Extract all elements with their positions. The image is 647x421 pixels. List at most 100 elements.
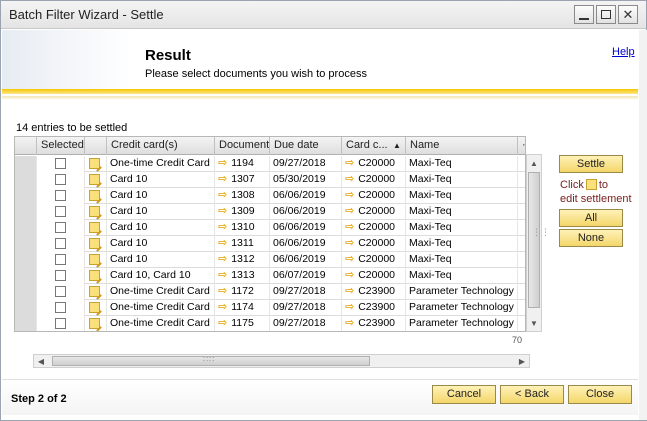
edit-settlement-cell[interactable]: [85, 300, 107, 316]
edit-settlement-cell[interactable]: [85, 220, 107, 236]
document-cell[interactable]: ⇨ 1312: [215, 252, 270, 268]
link-arrow-icon[interactable]: ⇨: [218, 300, 227, 315]
scroll-up-icon[interactable]: ▲: [527, 155, 541, 171]
select-all-button[interactable]: All: [559, 209, 623, 227]
link-arrow-icon[interactable]: ⇨: [218, 316, 227, 331]
document-edit-icon[interactable]: [89, 222, 100, 233]
grid-horizontal-scrollbar[interactable]: ◀ ∷∷ ▶: [33, 354, 530, 368]
link-arrow-icon[interactable]: ⇨: [218, 252, 227, 267]
horizontal-scroll-thumb[interactable]: ∷∷: [52, 355, 370, 366]
selected-cell[interactable]: [37, 156, 85, 172]
select-none-button[interactable]: None: [559, 229, 623, 247]
selected-cell[interactable]: [37, 220, 85, 236]
link-arrow-icon[interactable]: ⇨: [345, 268, 354, 283]
selected-cell[interactable]: [37, 172, 85, 188]
card-code-cell[interactable]: ⇨ C20000: [342, 236, 406, 252]
table-row[interactable]: One-time Credit Card ⇨ 1194 09/27/2018 ⇨ C200…: [15, 156, 525, 172]
card-code-cell[interactable]: ⇨ C20000: [342, 252, 406, 268]
cancel-button[interactable]: Cancel: [432, 385, 496, 404]
selected-cell[interactable]: [37, 204, 85, 220]
edit-settlement-cell[interactable]: [85, 316, 107, 331]
selected-cell[interactable]: [37, 316, 85, 331]
row-number-cell[interactable]: [15, 268, 37, 284]
table-row[interactable]: Card 10, Card 10 ⇨ 1313 06/07/2019 ⇨ C20000 Ma…: [15, 268, 525, 284]
link-arrow-icon[interactable]: ⇨: [218, 156, 227, 171]
link-arrow-icon[interactable]: ⇨: [218, 236, 227, 251]
row-number-cell[interactable]: [15, 300, 37, 316]
document-edit-icon[interactable]: [89, 206, 100, 217]
edit-settlement-cell[interactable]: [85, 268, 107, 284]
select-checkbox[interactable]: [55, 270, 66, 281]
document-cell[interactable]: ⇨ 1307: [215, 172, 270, 188]
card-code-cell[interactable]: ⇨ C20000: [342, 204, 406, 220]
column-header-name[interactable]: Name: [406, 137, 518, 155]
vertical-scroll-thumb[interactable]: [528, 172, 540, 308]
minimize-button[interactable]: [574, 5, 594, 24]
link-arrow-icon[interactable]: ⇨: [218, 204, 227, 219]
column-header-selected[interactable]: Selected: [37, 137, 85, 155]
link-arrow-icon[interactable]: ⇨: [345, 300, 354, 315]
select-checkbox[interactable]: [55, 254, 66, 265]
select-checkbox[interactable]: [55, 174, 66, 185]
select-checkbox[interactable]: [55, 222, 66, 233]
edit-settlement-cell[interactable]: [85, 284, 107, 300]
edit-settlement-cell[interactable]: [85, 204, 107, 220]
select-checkbox[interactable]: [55, 238, 66, 249]
grid-vertical-scrollbar[interactable]: ▲ ▼: [526, 154, 542, 332]
select-checkbox[interactable]: [55, 206, 66, 217]
row-number-cell[interactable]: [15, 188, 37, 204]
document-edit-icon[interactable]: [89, 254, 100, 265]
row-number-cell[interactable]: [15, 252, 37, 268]
card-code-cell[interactable]: ⇨ C20000: [342, 220, 406, 236]
link-arrow-icon[interactable]: ⇨: [218, 172, 227, 187]
link-arrow-icon[interactable]: ⇨: [345, 156, 354, 171]
row-number-cell[interactable]: [15, 220, 37, 236]
settle-button[interactable]: Settle: [559, 155, 623, 173]
table-row[interactable]: Card 10 ⇨ 1310 06/06/2019 ⇨ C20000 Maxi-Teq: [15, 220, 525, 236]
column-chooser[interactable]: ·: [518, 137, 525, 155]
card-code-cell[interactable]: ⇨ C20000: [342, 172, 406, 188]
select-checkbox[interactable]: [55, 302, 66, 313]
document-cell[interactable]: ⇨ 1172: [215, 284, 270, 300]
row-number-cell[interactable]: [15, 316, 37, 331]
link-arrow-icon[interactable]: ⇨: [345, 172, 354, 187]
card-code-cell[interactable]: ⇨ C23900: [342, 300, 406, 316]
link-arrow-icon[interactable]: ⇨: [345, 284, 354, 299]
link-arrow-icon[interactable]: ⇨: [218, 220, 227, 235]
table-row[interactable]: Card 10 ⇨ 1312 06/06/2019 ⇨ C20000 Maxi-Teq: [15, 252, 525, 268]
row-number-cell[interactable]: [15, 204, 37, 220]
edit-settlement-cell[interactable]: [85, 236, 107, 252]
documents-grid[interactable]: Selected Credit card(s) Document Due dat…: [14, 136, 526, 332]
selected-cell[interactable]: [37, 188, 85, 204]
link-arrow-icon[interactable]: ⇨: [218, 188, 227, 203]
selected-cell[interactable]: [37, 236, 85, 252]
card-code-cell[interactable]: ⇨ C23900: [342, 316, 406, 331]
scroll-right-icon[interactable]: ▶: [515, 355, 529, 367]
document-edit-icon[interactable]: [89, 158, 100, 169]
close-window-button[interactable]: ✕: [618, 5, 638, 24]
document-edit-icon[interactable]: [89, 302, 100, 313]
document-cell[interactable]: ⇨ 1309: [215, 204, 270, 220]
column-resize-grip[interactable]: ⋮⋮: [532, 227, 550, 238]
table-row[interactable]: Card 10 ⇨ 1308 06/06/2019 ⇨ C20000 Maxi-Teq: [15, 188, 525, 204]
link-arrow-icon[interactable]: ⇨: [345, 252, 354, 267]
table-row[interactable]: Card 10 ⇨ 1309 06/06/2019 ⇨ C20000 Maxi-Teq: [15, 204, 525, 220]
selected-cell[interactable]: [37, 268, 85, 284]
link-arrow-icon[interactable]: ⇨: [345, 188, 354, 203]
row-number-cell[interactable]: [15, 156, 37, 172]
link-arrow-icon[interactable]: ⇨: [345, 220, 354, 235]
select-checkbox[interactable]: [55, 318, 66, 329]
select-checkbox[interactable]: [55, 286, 66, 297]
edit-settlement-cell[interactable]: [85, 156, 107, 172]
back-button[interactable]: < Back: [500, 385, 564, 404]
document-cell[interactable]: ⇨ 1175: [215, 316, 270, 331]
table-row[interactable]: Card 10 ⇨ 1311 06/06/2019 ⇨ C20000 Maxi-Teq: [15, 236, 525, 252]
row-number-cell[interactable]: [15, 236, 37, 252]
card-code-cell[interactable]: ⇨ C20000: [342, 156, 406, 172]
selected-cell[interactable]: [37, 300, 85, 316]
document-cell[interactable]: ⇨ 1194: [215, 156, 270, 172]
link-arrow-icon[interactable]: ⇨: [345, 204, 354, 219]
column-header-due-date[interactable]: Due date: [270, 137, 342, 155]
table-row[interactable]: Card 10 ⇨ 1307 05/30/2019 ⇨ C20000 Maxi-Teq: [15, 172, 525, 188]
select-checkbox[interactable]: [55, 158, 66, 169]
